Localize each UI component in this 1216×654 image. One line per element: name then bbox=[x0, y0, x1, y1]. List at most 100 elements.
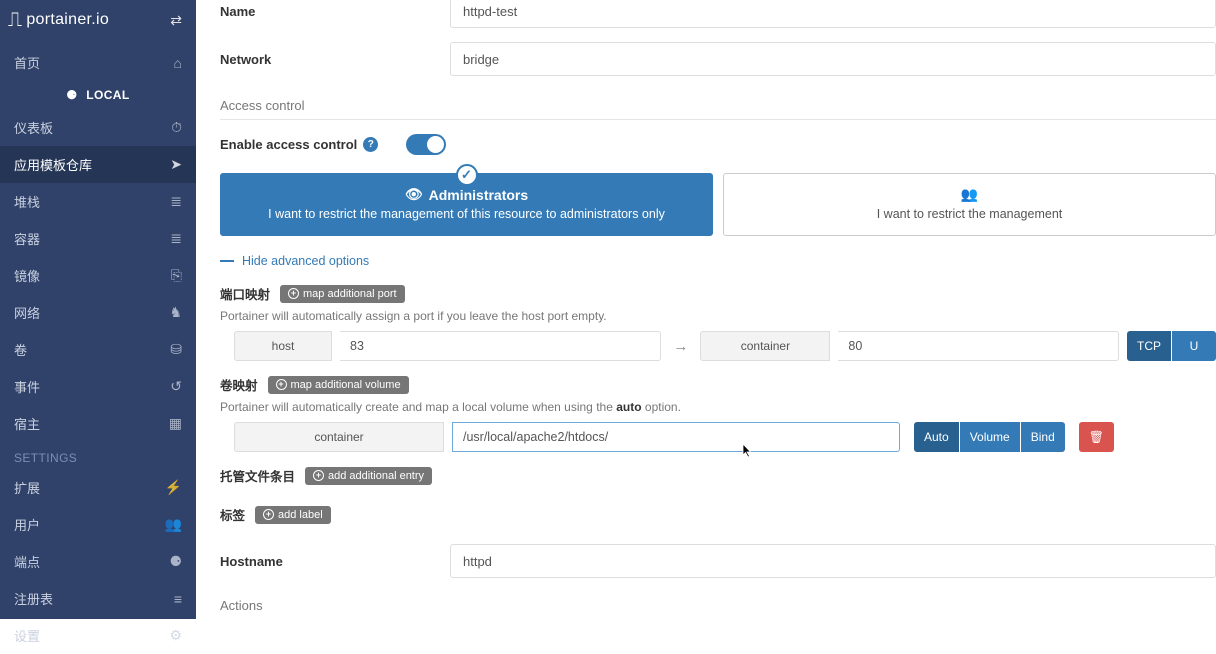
add-port-label: map additional port bbox=[303, 288, 397, 300]
admin-card-title: Administrators bbox=[429, 187, 529, 203]
sidebar-item-label: 用户 bbox=[14, 515, 40, 534]
sidebar-item-label: 网络 bbox=[14, 303, 40, 322]
sidebar-item-label: 应用模板仓库 bbox=[14, 155, 92, 174]
container-port-input[interactable] bbox=[838, 331, 1119, 361]
add-hostsentry-button[interactable]: + add additional entry bbox=[305, 467, 432, 485]
host-addon: host bbox=[234, 331, 332, 361]
sidebar-item-templates[interactable]: 应用模板仓库 ➤ bbox=[0, 146, 196, 183]
plug-icon: ⚈ bbox=[66, 88, 77, 102]
sidebar-item-endpoints[interactable]: 端点 ⚈ bbox=[0, 543, 196, 580]
bind-button[interactable]: Bind bbox=[1021, 422, 1065, 452]
sidebar-item-settings[interactable]: 设置 ⚙ bbox=[0, 617, 196, 654]
main-content: Name Network Access control Enable acces… bbox=[196, 0, 1216, 619]
sidebar-item-containers[interactable]: 容器 ≣ bbox=[0, 220, 196, 257]
cubes-icon: ≣ bbox=[170, 230, 182, 247]
name-input[interactable] bbox=[450, 0, 1216, 28]
labels-label: 标签 bbox=[220, 505, 245, 524]
sidebar-item-networks[interactable]: 网络 ♞ bbox=[0, 294, 196, 331]
sidebar-item-label: 容器 bbox=[14, 229, 40, 248]
plus-icon: + bbox=[288, 288, 299, 299]
network-select[interactable] bbox=[450, 42, 1216, 76]
actions-header: Actions bbox=[220, 592, 1216, 613]
access-control-toggle[interactable] bbox=[406, 134, 446, 155]
users-icon: 👥 bbox=[165, 516, 182, 533]
clone-icon: ⎘ bbox=[171, 267, 182, 284]
database-icon: ≡ bbox=[174, 591, 182, 607]
logo-row: ⎍ portainer.io ⇄ bbox=[0, 0, 196, 44]
env-label: LOCAL bbox=[86, 88, 129, 102]
trash-icon: 🗑 bbox=[1089, 430, 1104, 444]
plus-icon: + bbox=[276, 379, 287, 390]
sidebar-item-label: 仪表板 bbox=[14, 118, 53, 137]
sidebar-env[interactable]: ⚈ LOCAL bbox=[0, 81, 196, 109]
volume-hint: Portainer will automatically create and … bbox=[220, 400, 1216, 414]
sidebar-item-stacks[interactable]: 堆栈 ≣ bbox=[0, 183, 196, 220]
hide-advanced-label: Hide advanced options bbox=[242, 254, 369, 268]
add-volume-button[interactable]: + map additional volume bbox=[268, 376, 409, 394]
sidebar-item-dashboard[interactable]: 仪表板 ⏱ bbox=[0, 109, 196, 146]
sidebar-item-events[interactable]: 事件 ↺ bbox=[0, 368, 196, 405]
brand-logo[interactable]: ⎍ portainer.io bbox=[8, 10, 109, 30]
plus-icon: + bbox=[263, 509, 274, 520]
volume-button[interactable]: Volume bbox=[960, 422, 1020, 452]
sidebar-item-label: 卷 bbox=[14, 340, 27, 359]
sidebar-settings-header: SETTINGS bbox=[0, 442, 196, 469]
sidebar-toggle-icon[interactable]: ⇄ bbox=[170, 12, 182, 29]
add-hostsentry-label: add additional entry bbox=[328, 470, 424, 482]
auto-button[interactable]: Auto bbox=[914, 422, 959, 452]
enable-access-label: Enable access control bbox=[220, 137, 357, 152]
plus-icon: + bbox=[313, 470, 324, 481]
vol-container-addon: container bbox=[234, 422, 444, 452]
tachometer-icon: ⏱ bbox=[171, 119, 182, 136]
sidebar-item-label: 事件 bbox=[14, 377, 40, 396]
port-hint: Portainer will automatically assign a po… bbox=[220, 309, 1216, 323]
plug-icon: ⚈ bbox=[169, 553, 182, 570]
sidebar: ⎍ portainer.io ⇄ 首页 ⌂ ⚈ LOCAL 仪表板 ⏱ 应用模板… bbox=[0, 0, 196, 619]
check-icon: ✓ bbox=[456, 164, 478, 186]
sidebar-item-extensions[interactable]: 扩展 ⚡ bbox=[0, 469, 196, 506]
host-port-input[interactable] bbox=[340, 331, 661, 361]
hostname-input[interactable] bbox=[450, 544, 1216, 578]
udp-button[interactable]: U bbox=[1172, 331, 1216, 361]
sidebar-item-label: 镜像 bbox=[14, 266, 40, 285]
sidebar-item-home[interactable]: 首页 ⌂ bbox=[0, 44, 196, 81]
sidebar-item-host[interactable]: 宿主 ▦ bbox=[0, 405, 196, 442]
sidebar-item-registries[interactable]: 注册表 ≡ bbox=[0, 580, 196, 617]
sidebar-item-volumes[interactable]: 卷 ⛁ bbox=[0, 331, 196, 368]
tcp-button[interactable]: TCP bbox=[1127, 331, 1171, 361]
admin-card-desc: I want to restrict the management of thi… bbox=[237, 207, 696, 221]
hostsfile-label: 托管文件条目 bbox=[220, 466, 295, 485]
add-label-button[interactable]: + add label bbox=[255, 506, 331, 524]
hostname-label: Hostname bbox=[220, 554, 450, 569]
access-control-header: Access control bbox=[220, 90, 1216, 120]
sidebar-item-label: 端点 bbox=[14, 552, 40, 571]
container-addon: container bbox=[700, 331, 830, 361]
eye-slash-icon: 👁 bbox=[405, 186, 423, 203]
minus-icon bbox=[220, 260, 234, 262]
sidebar-item-label: 首页 bbox=[14, 53, 40, 72]
sidebar-item-label: 宿主 bbox=[14, 414, 40, 433]
access-card-administrators[interactable]: ✓ 👁 Administrators I want to restrict th… bbox=[220, 173, 713, 236]
delete-volume-button[interactable]: 🗑 bbox=[1079, 422, 1114, 452]
users-icon: 👥 bbox=[961, 186, 978, 203]
volume-mapping-label: 卷映射 bbox=[220, 375, 258, 394]
hide-advanced-toggle[interactable]: Hide advanced options bbox=[220, 254, 369, 268]
vol-container-input[interactable] bbox=[452, 422, 900, 452]
sidebar-item-images[interactable]: 镜像 ⎘ bbox=[0, 257, 196, 294]
network-label: Network bbox=[220, 52, 450, 67]
crane-icon: ⎍ bbox=[8, 10, 22, 30]
add-label-label: add label bbox=[278, 509, 323, 521]
help-icon[interactable]: ? bbox=[363, 137, 378, 152]
sidebar-item-label: 堆栈 bbox=[14, 192, 40, 211]
volume-type-group: Auto Volume Bind bbox=[914, 422, 1065, 452]
hdd-icon: ⛁ bbox=[170, 341, 182, 358]
home-icon: ⌂ bbox=[174, 55, 182, 71]
add-port-button[interactable]: + map additional port bbox=[280, 285, 405, 303]
name-label: Name bbox=[220, 4, 450, 19]
brand-text: portainer.io bbox=[26, 11, 109, 29]
access-card-restricted[interactable]: 👥 I want to restrict the management bbox=[723, 173, 1216, 236]
sidebar-item-users[interactable]: 用户 👥 bbox=[0, 506, 196, 543]
protocol-group: TCP U bbox=[1127, 331, 1216, 361]
arrow-right-icon: → bbox=[669, 338, 692, 355]
sidebar-item-label: 设置 bbox=[14, 626, 40, 645]
